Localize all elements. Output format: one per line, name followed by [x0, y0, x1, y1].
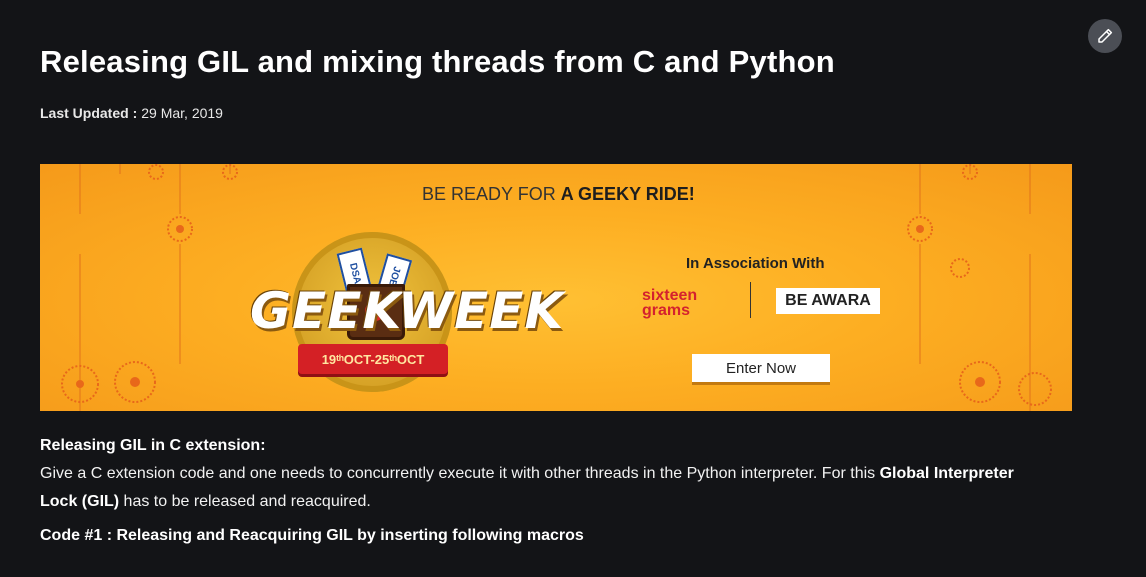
last-updated-label: Last Updated : [40, 105, 138, 121]
section-heading: Releasing GIL in C extension: [40, 437, 266, 454]
edit-button[interactable] [1088, 19, 1122, 53]
article-page: Releasing GIL and mixing threads from C … [0, 0, 1146, 577]
partner-be-awara-logo: BE AWARA [776, 288, 880, 314]
partner-1-line-1: sixteen [642, 287, 698, 304]
logo-geek: GEEK [250, 282, 403, 340]
page-title: Releasing GIL and mixing threads from C … [40, 44, 835, 79]
last-updated-date: 29 Mar, 2019 [141, 105, 223, 121]
code-heading: Code #1 : Releasing and Reacquiring GIL … [40, 527, 584, 544]
partner-1-line-2: grams [642, 302, 691, 319]
tagline-normal: BE READY FOR [422, 184, 556, 204]
article-body: Releasing GIL in C extension: Give a C e… [40, 432, 1040, 516]
pencil-icon [1098, 28, 1113, 43]
paragraph-text-end: has to be released and reacquired. [119, 493, 371, 510]
logo-week: WEEK [398, 282, 565, 340]
tagline-bold: A GEEKY RIDE! [560, 184, 695, 204]
last-updated: Last Updated :29 Mar, 2019 [40, 105, 223, 121]
paragraph-text: Give a C extension code and one needs to… [40, 465, 880, 482]
partner-sixteen-grams-logo: sixteen grams [642, 287, 698, 319]
association-label: In Association With [686, 255, 825, 272]
banner-tagline: BE READY FOR A GEEKY RIDE! [422, 184, 695, 205]
paragraph: Give a C extension code and one needs to… [40, 460, 1040, 516]
promo-banner[interactable]: BE READY FOR A GEEKY RIDE! DSA JOBS GEEK… [40, 164, 1072, 411]
date-ribbon: 19ᵗʰOCT-25ᵗʰOCT [298, 344, 448, 374]
partner-divider [750, 282, 751, 318]
enter-now-button[interactable]: Enter Now [692, 354, 830, 382]
